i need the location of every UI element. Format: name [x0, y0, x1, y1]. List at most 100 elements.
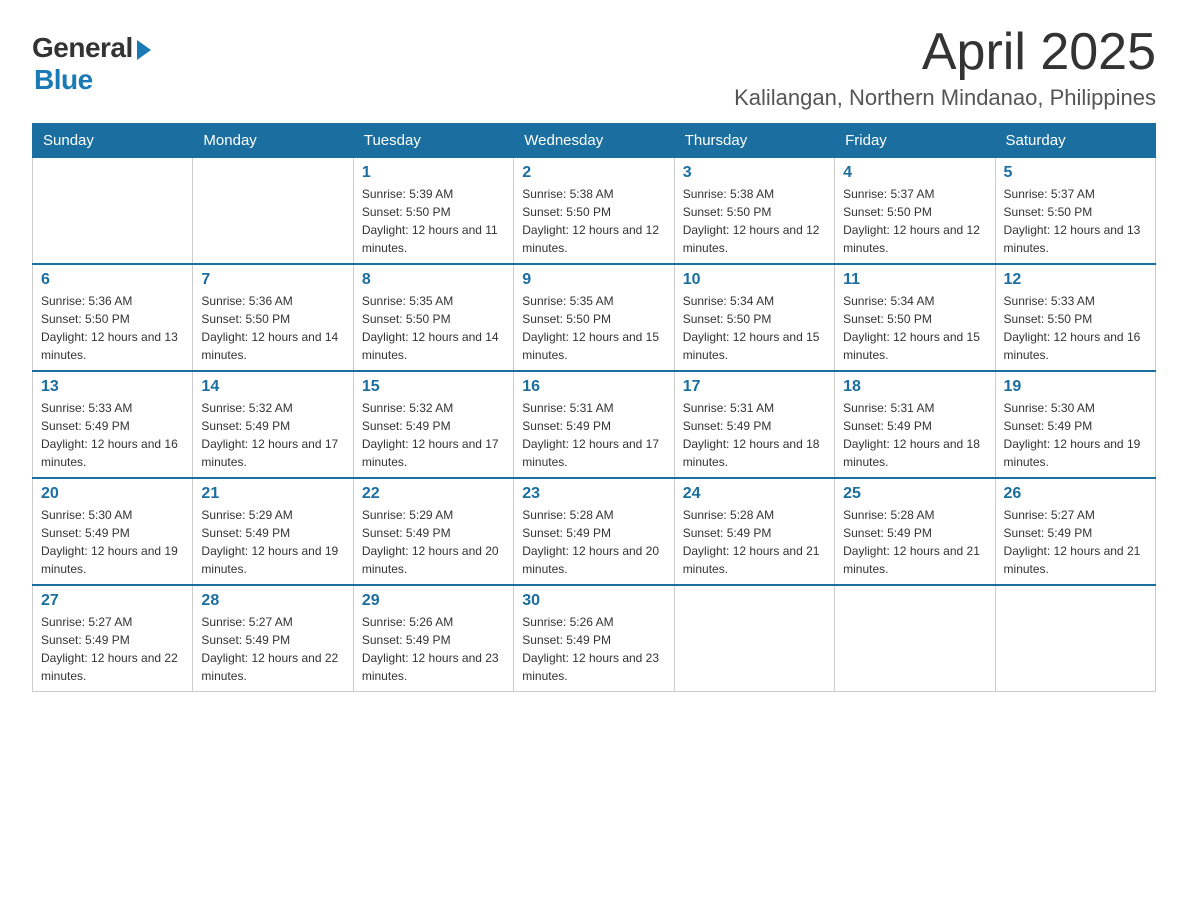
calendar-cell: 25 Sunrise: 5:28 AMSunset: 5:49 PMDayligh…	[835, 478, 995, 585]
calendar-cell: 12 Sunrise: 5:33 AMSunset: 5:50 PMDayligh…	[995, 264, 1155, 371]
day-number: 6	[41, 271, 184, 289]
calendar-cell: 19 Sunrise: 5:30 AMSunset: 5:49 PMDayligh…	[995, 371, 1155, 478]
day-info: Sunrise: 5:34 AMSunset: 5:50 PMDaylight:…	[683, 292, 826, 364]
calendar-cell: 18 Sunrise: 5:31 AMSunset: 5:49 PMDayligh…	[835, 371, 995, 478]
calendar-header-friday: Friday	[835, 124, 995, 158]
calendar-cell: 10 Sunrise: 5:34 AMSunset: 5:50 PMDayligh…	[674, 264, 834, 371]
day-info: Sunrise: 5:37 AMSunset: 5:50 PMDaylight:…	[1004, 185, 1147, 257]
calendar-cell: 15Sunrise: 5:32 AMSunset: 5:49 PMDayligh…	[353, 371, 513, 478]
calendar-cell: 2 Sunrise: 5:38 AMSunset: 5:50 PMDaylight…	[514, 158, 674, 265]
calendar-cell: 5 Sunrise: 5:37 AMSunset: 5:50 PMDaylight…	[995, 158, 1155, 265]
calendar-header-thursday: Thursday	[674, 124, 834, 158]
calendar-cell	[674, 585, 834, 692]
day-number: 9	[522, 271, 665, 289]
calendar-cell: 16Sunrise: 5:31 AMSunset: 5:49 PMDayligh…	[514, 371, 674, 478]
day-info: Sunrise: 5:28 AMSunset: 5:49 PMDaylight:…	[522, 506, 665, 578]
calendar-header-tuesday: Tuesday	[353, 124, 513, 158]
logo-arrow-icon	[137, 40, 151, 60]
day-number: 4	[843, 164, 986, 182]
calendar-cell: 17 Sunrise: 5:31 AMSunset: 5:49 PMDayligh…	[674, 371, 834, 478]
calendar-cell: 11 Sunrise: 5:34 AMSunset: 5:50 PMDayligh…	[835, 264, 995, 371]
calendar-cell	[995, 585, 1155, 692]
calendar-week-row: 13Sunrise: 5:33 AMSunset: 5:49 PMDayligh…	[33, 371, 1156, 478]
calendar-cell: 27 Sunrise: 5:27 AMSunset: 5:49 PMDayligh…	[33, 585, 193, 692]
logo: General Blue	[32, 32, 151, 96]
day-number: 27	[41, 592, 184, 610]
day-number: 22	[362, 485, 505, 503]
day-info: Sunrise: 5:27 AMSunset: 5:49 PMDaylight:…	[1004, 506, 1147, 578]
day-number: 18	[843, 378, 986, 396]
calendar-header-saturday: Saturday	[995, 124, 1155, 158]
calendar-cell: 29 Sunrise: 5:26 AMSunset: 5:49 PMDayligh…	[353, 585, 513, 692]
day-info: Sunrise: 5:33 AMSunset: 5:50 PMDaylight:…	[1004, 292, 1147, 364]
day-number: 20	[41, 485, 184, 503]
day-number: 11	[843, 271, 986, 289]
day-info: Sunrise: 5:30 AMSunset: 5:49 PMDaylight:…	[41, 506, 184, 578]
day-info: Sunrise: 5:28 AMSunset: 5:49 PMDaylight:…	[683, 506, 826, 578]
calendar-cell: 20 Sunrise: 5:30 AMSunset: 5:49 PMDayligh…	[33, 478, 193, 585]
title-section: April 2025 Kalilangan, Northern Mindanao…	[734, 24, 1156, 111]
day-info: Sunrise: 5:35 AMSunset: 5:50 PMDaylight:…	[362, 292, 505, 364]
day-info: Sunrise: 5:27 AMSunset: 5:49 PMDaylight:…	[201, 613, 344, 685]
calendar-header-sunday: Sunday	[33, 124, 193, 158]
calendar-week-row: 1 Sunrise: 5:39 AMSunset: 5:50 PMDaylight…	[33, 158, 1156, 265]
day-number: 23	[522, 485, 665, 503]
day-number: 15	[362, 378, 505, 396]
calendar-cell: 21 Sunrise: 5:29 AMSunset: 5:49 PMDayligh…	[193, 478, 353, 585]
day-number: 14	[201, 378, 344, 396]
calendar-week-row: 6 Sunrise: 5:36 AMSunset: 5:50 PMDaylight…	[33, 264, 1156, 371]
calendar-cell	[193, 158, 353, 265]
calendar-cell: 23 Sunrise: 5:28 AMSunset: 5:49 PMDayligh…	[514, 478, 674, 585]
calendar-cell: 1 Sunrise: 5:39 AMSunset: 5:50 PMDaylight…	[353, 158, 513, 265]
calendar-header-wednesday: Wednesday	[514, 124, 674, 158]
day-info: Sunrise: 5:34 AMSunset: 5:50 PMDaylight:…	[843, 292, 986, 364]
day-info: Sunrise: 5:26 AMSunset: 5:49 PMDaylight:…	[362, 613, 505, 685]
calendar-cell: 22 Sunrise: 5:29 AMSunset: 5:49 PMDayligh…	[353, 478, 513, 585]
day-info: Sunrise: 5:38 AMSunset: 5:50 PMDaylight:…	[522, 185, 665, 257]
day-number: 12	[1004, 271, 1147, 289]
day-number: 21	[201, 485, 344, 503]
calendar-cell: 4 Sunrise: 5:37 AMSunset: 5:50 PMDaylight…	[835, 158, 995, 265]
day-info: Sunrise: 5:27 AMSunset: 5:49 PMDaylight:…	[41, 613, 184, 685]
day-number: 29	[362, 592, 505, 610]
day-number: 7	[201, 271, 344, 289]
calendar-cell: 30Sunrise: 5:26 AMSunset: 5:49 PMDayligh…	[514, 585, 674, 692]
day-number: 25	[843, 485, 986, 503]
day-number: 2	[522, 164, 665, 182]
calendar-cell: 7 Sunrise: 5:36 AMSunset: 5:50 PMDaylight…	[193, 264, 353, 371]
day-info: Sunrise: 5:30 AMSunset: 5:49 PMDaylight:…	[1004, 399, 1147, 471]
day-info: Sunrise: 5:35 AMSunset: 5:50 PMDaylight:…	[522, 292, 665, 364]
calendar-cell: 6 Sunrise: 5:36 AMSunset: 5:50 PMDaylight…	[33, 264, 193, 371]
day-number: 5	[1004, 164, 1147, 182]
day-info: Sunrise: 5:28 AMSunset: 5:49 PMDaylight:…	[843, 506, 986, 578]
day-info: Sunrise: 5:39 AMSunset: 5:50 PMDaylight:…	[362, 185, 505, 257]
calendar-cell: 26 Sunrise: 5:27 AMSunset: 5:49 PMDayligh…	[995, 478, 1155, 585]
calendar-cell: 28 Sunrise: 5:27 AMSunset: 5:49 PMDayligh…	[193, 585, 353, 692]
day-number: 19	[1004, 378, 1147, 396]
page-header: General Blue April 2025 Kalilangan, Nort…	[32, 24, 1156, 111]
calendar-cell: 3Sunrise: 5:38 AMSunset: 5:50 PMDaylight…	[674, 158, 834, 265]
day-info: Sunrise: 5:31 AMSunset: 5:49 PMDaylight:…	[843, 399, 986, 471]
day-info: Sunrise: 5:33 AMSunset: 5:49 PMDaylight:…	[41, 399, 184, 471]
day-number: 28	[201, 592, 344, 610]
day-info: Sunrise: 5:29 AMSunset: 5:49 PMDaylight:…	[362, 506, 505, 578]
day-info: Sunrise: 5:29 AMSunset: 5:49 PMDaylight:…	[201, 506, 344, 578]
day-info: Sunrise: 5:37 AMSunset: 5:50 PMDaylight:…	[843, 185, 986, 257]
calendar-cell: 13Sunrise: 5:33 AMSunset: 5:49 PMDayligh…	[33, 371, 193, 478]
day-number: 1	[362, 164, 505, 182]
day-info: Sunrise: 5:31 AMSunset: 5:49 PMDaylight:…	[522, 399, 665, 471]
day-number: 26	[1004, 485, 1147, 503]
day-info: Sunrise: 5:31 AMSunset: 5:49 PMDaylight:…	[683, 399, 826, 471]
calendar-cell	[835, 585, 995, 692]
calendar-week-row: 27 Sunrise: 5:27 AMSunset: 5:49 PMDayligh…	[33, 585, 1156, 692]
calendar-header-row: SundayMondayTuesdayWednesdayThursdayFrid…	[33, 124, 1156, 158]
day-info: Sunrise: 5:36 AMSunset: 5:50 PMDaylight:…	[201, 292, 344, 364]
day-info: Sunrise: 5:36 AMSunset: 5:50 PMDaylight:…	[41, 292, 184, 364]
day-number: 10	[683, 271, 826, 289]
day-number: 8	[362, 271, 505, 289]
calendar-table: SundayMondayTuesdayWednesdayThursdayFrid…	[32, 123, 1156, 692]
day-number: 24	[683, 485, 826, 503]
calendar-cell: 24 Sunrise: 5:28 AMSunset: 5:49 PMDayligh…	[674, 478, 834, 585]
day-number: 17	[683, 378, 826, 396]
day-number: 30	[522, 592, 665, 610]
